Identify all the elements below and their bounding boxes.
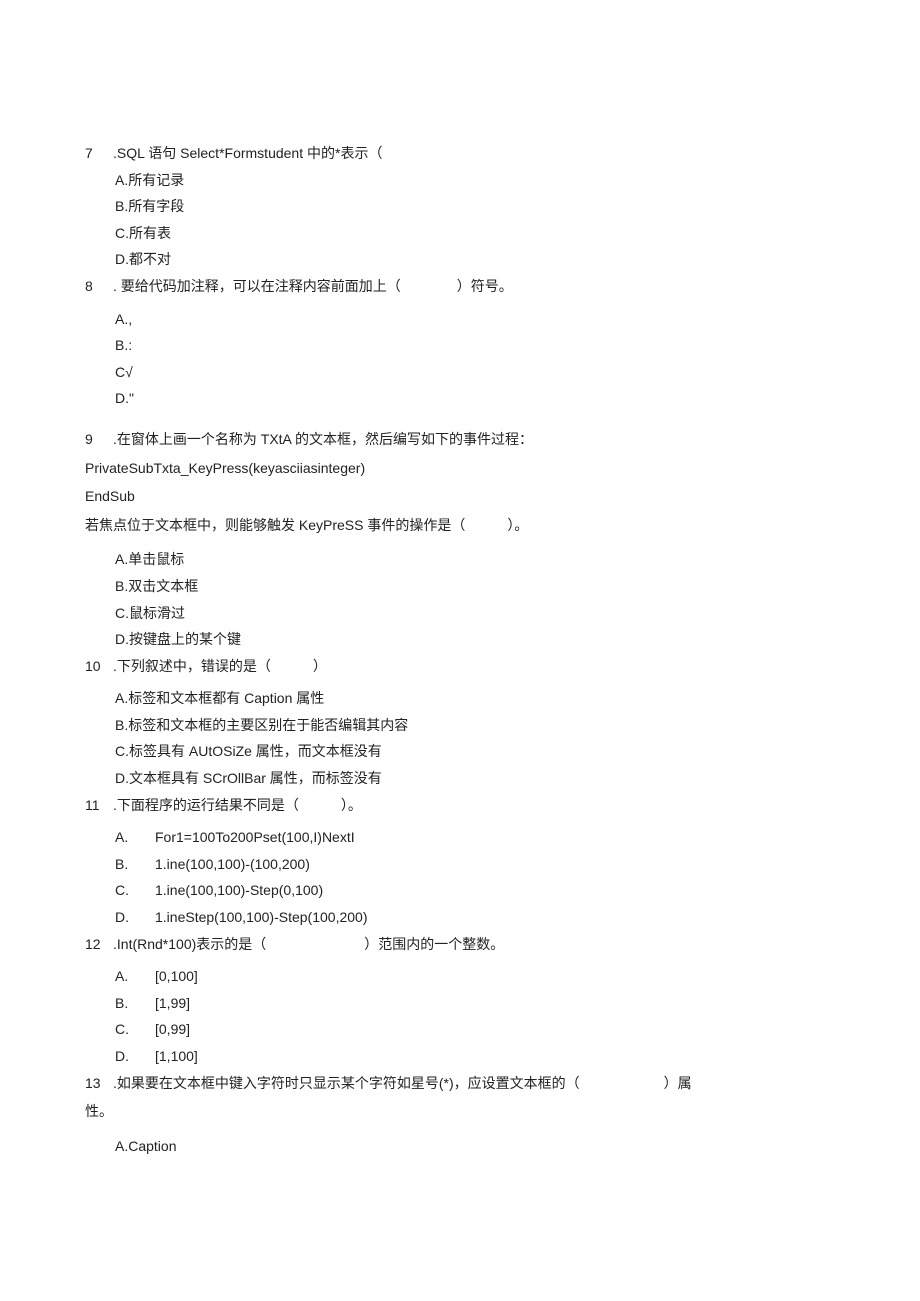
option-text: [1,100] — [155, 1043, 198, 1070]
code-line-1: PrivateSubTxta_KeyPress(keyasciiasintege… — [85, 455, 825, 482]
option-a: A.单击鼠标 — [115, 546, 825, 573]
option-text: [1,99] — [155, 990, 190, 1017]
question-number: 11 — [85, 792, 113, 819]
question-text: .Int(Rnd*100)表示的是（ ）范围内的一个整数。 — [113, 931, 825, 958]
question-8-options: A., B.: C√ D." — [85, 306, 825, 412]
option-letter: D. — [115, 904, 137, 931]
option-letter: B. — [115, 990, 137, 1017]
option-a: A. For1=100To200Pset(100,I)NextI — [115, 824, 825, 851]
question-number: 7 — [85, 140, 113, 167]
question-12-options: A. [0,100] B. [1,99] C. [0,99] D. [1,100… — [85, 963, 825, 1069]
question-13-options: A.Caption — [85, 1133, 825, 1160]
question-7: 7 .SQL 语句 Select*Formstudent 中的*表示（ — [85, 140, 825, 167]
question-number: 9 — [85, 426, 113, 453]
question-12: 12 .Int(Rnd*100)表示的是（ ）范围内的一个整数。 — [85, 931, 825, 958]
question-9-followup: 若焦点位于文本框中，则能够触发 KeyPreSS 事件的操作是（ ）。 — [85, 512, 825, 539]
option-d: D.都不对 — [115, 246, 825, 273]
question-text-line2: 性。 — [85, 1098, 825, 1125]
option-letter: A. — [115, 963, 137, 990]
question-10-options: A.标签和文本框都有 Caption 属性 B.标签和文本框的主要区别在于能否编… — [85, 685, 825, 791]
question-number: 12 — [85, 931, 113, 958]
option-c: C√ — [115, 359, 825, 386]
option-c: C.鼠标滑过 — [115, 600, 825, 627]
option-d: D." — [115, 385, 825, 412]
option-c: C.所有表 — [115, 220, 825, 247]
question-9-options: A.单击鼠标 B.双击文本框 C.鼠标滑过 D.按键盘上的某个键 — [85, 546, 825, 652]
option-letter: D. — [115, 1043, 137, 1070]
question-text: .下列叙述中，错误的是（ ） — [113, 653, 825, 680]
option-text: For1=100To200Pset(100,I)NextI — [155, 824, 355, 851]
option-a: A., — [115, 306, 825, 333]
option-b: B.: — [115, 332, 825, 359]
question-text: .SQL 语句 Select*Formstudent 中的*表示（ — [113, 140, 825, 167]
question-13: 13 .如果要在文本框中键入字符时只显示某个字符如星号(*)，应设置文本框的（ … — [85, 1070, 825, 1097]
option-b: B. 1.ine(100,100)-(100,200) — [115, 851, 825, 878]
question-number: 8 — [85, 273, 113, 300]
code-line-2: EndSub — [85, 483, 825, 510]
option-text: [0,100] — [155, 963, 198, 990]
option-a: A.所有记录 — [115, 167, 825, 194]
question-8: 8 . 要给代码加注释，可以在注释内容前面加上（ ）符号。 — [85, 273, 825, 300]
question-number: 10 — [85, 653, 113, 680]
option-c: C. 1.ine(100,100)-Step(0,100) — [115, 877, 825, 904]
question-7-options: A.所有记录 B.所有字段 C.所有表 D.都不对 — [85, 167, 825, 273]
option-c: C.标签具有 AUtOSiZe 属性，而文本框没有 — [115, 738, 825, 765]
option-letter: A. — [115, 824, 137, 851]
question-text: .在窗体上画一个名称为 TXtA 的文本框，然后编写如下的事件过程： — [113, 426, 825, 453]
option-c: C. [0,99] — [115, 1016, 825, 1043]
exam-page: 7 .SQL 语句 Select*Formstudent 中的*表示（ A.所有… — [0, 0, 920, 1301]
question-10: 10 .下列叙述中，错误的是（ ） — [85, 653, 825, 680]
question-11: 11 .下面程序的运行结果不同是（ ）。 — [85, 792, 825, 819]
question-text-line1: .如果要在文本框中键入字符时只显示某个字符如星号(*)，应设置文本框的（ ）属 — [113, 1070, 825, 1097]
question-text: .下面程序的运行结果不同是（ ）。 — [113, 792, 825, 819]
option-a: A.标签和文本框都有 Caption 属性 — [115, 685, 825, 712]
option-b: B.标签和文本框的主要区别在于能否编辑其内容 — [115, 712, 825, 739]
option-d: D.文本框具有 SCrOllBar 属性，而标签没有 — [115, 765, 825, 792]
option-b: B.所有字段 — [115, 193, 825, 220]
option-d: D. 1.ineStep(100,100)-Step(100,200) — [115, 904, 825, 931]
option-d: D.按键盘上的某个键 — [115, 626, 825, 653]
question-text: . 要给代码加注释，可以在注释内容前面加上（ ）符号。 — [113, 273, 825, 300]
option-letter: C. — [115, 1016, 137, 1043]
option-text: 1.ine(100,100)-Step(0,100) — [155, 877, 323, 904]
option-letter: C. — [115, 877, 137, 904]
question-9: 9 .在窗体上画一个名称为 TXtA 的文本框，然后编写如下的事件过程： — [85, 426, 825, 453]
option-a: A.Caption — [115, 1133, 825, 1160]
option-text: 1.ine(100,100)-(100,200) — [155, 851, 310, 878]
option-text: 1.ineStep(100,100)-Step(100,200) — [155, 904, 367, 931]
question-number: 13 — [85, 1070, 113, 1097]
option-a: A. [0,100] — [115, 963, 825, 990]
option-text: [0,99] — [155, 1016, 190, 1043]
option-d: D. [1,100] — [115, 1043, 825, 1070]
option-b: B.双击文本框 — [115, 573, 825, 600]
option-b: B. [1,99] — [115, 990, 825, 1017]
question-11-options: A. For1=100To200Pset(100,I)NextI B. 1.in… — [85, 824, 825, 930]
option-letter: B. — [115, 851, 137, 878]
